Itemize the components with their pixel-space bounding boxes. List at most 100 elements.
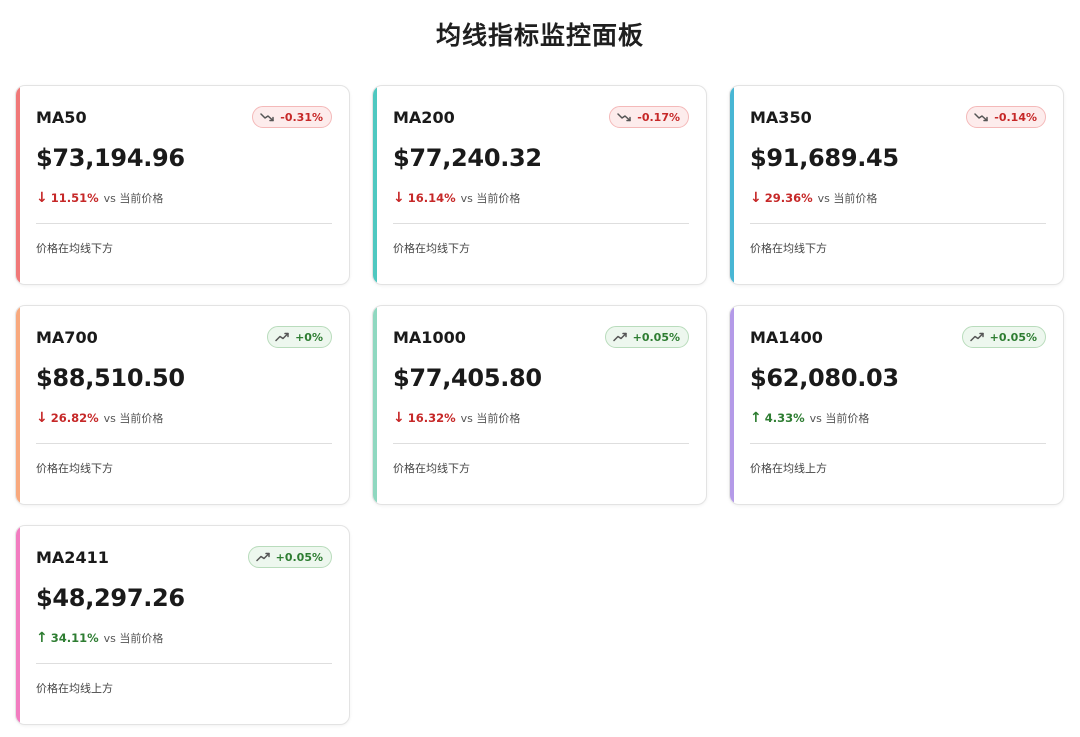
trending-down-icon xyxy=(617,113,632,122)
ma-name: MA350 xyxy=(750,107,812,127)
card-accent-bar xyxy=(16,306,20,504)
diff-arrow-icon: ↑ xyxy=(36,630,48,646)
ma-price: $77,240.32 xyxy=(393,144,542,172)
trending-up-icon xyxy=(969,332,984,342)
ma-card[interactable]: MA1400 +0.05% $62,080.03 ↑ 4.33% vs 当前价格… xyxy=(729,305,1064,505)
card-accent-bar xyxy=(16,86,20,284)
change-badge: +0.05% xyxy=(247,546,332,568)
price-diff-row: ↑ 34.11% vs 当前价格 xyxy=(36,630,163,646)
status-text: 价格在均线下方 xyxy=(36,242,113,255)
card-header: MA1000 +0.05% xyxy=(393,325,689,349)
ma-name: MA200 xyxy=(393,107,455,127)
diff-arrow-icon: ↓ xyxy=(36,410,48,426)
card-accent-bar xyxy=(373,86,377,284)
ma-card[interactable]: MA350 -0.14% $91,689.45 ↓ 29.36% vs 当前价格… xyxy=(729,85,1064,285)
status-text: 价格在均线下方 xyxy=(393,242,470,255)
vs-label: vs 当前价格 xyxy=(460,192,521,205)
change-badge: +0.05% xyxy=(961,326,1046,348)
ma-card-grid: MA50 -0.31% $73,194.96 ↓ 11.51% vs 当前价格 … xyxy=(15,85,1065,725)
divider xyxy=(36,443,332,444)
diff-percent: 4.33% xyxy=(764,411,805,425)
divider xyxy=(393,223,689,224)
diff-percent: 11.51% xyxy=(50,191,99,205)
card-header: MA1400 +0.05% xyxy=(750,325,1046,349)
change-value: -0.14% xyxy=(994,110,1037,124)
ma-price: $62,080.03 xyxy=(750,364,899,392)
status-text: 价格在均线上方 xyxy=(36,682,113,695)
price-diff-row: ↓ 16.14% vs 当前价格 xyxy=(393,190,520,206)
ma-card[interactable]: MA50 -0.31% $73,194.96 ↓ 11.51% vs 当前价格 … xyxy=(15,85,350,285)
change-badge: +0.05% xyxy=(604,326,689,348)
card-header: MA200 -0.17% xyxy=(393,105,689,129)
vs-label: vs 当前价格 xyxy=(817,192,878,205)
ma-name: MA700 xyxy=(36,327,98,347)
divider xyxy=(36,223,332,224)
change-value: +0% xyxy=(295,330,323,344)
card-header: MA50 -0.31% xyxy=(36,105,332,129)
change-badge: -0.31% xyxy=(252,106,332,128)
ma-price: $48,297.26 xyxy=(36,584,185,612)
ma-price: $91,689.45 xyxy=(750,144,899,172)
diff-percent: 29.36% xyxy=(764,191,813,205)
trending-down-icon xyxy=(974,113,989,122)
change-badge: -0.14% xyxy=(966,106,1046,128)
ma-name: MA1400 xyxy=(750,327,823,347)
ma-price: $77,405.80 xyxy=(393,364,542,392)
diff-percent: 34.11% xyxy=(50,631,99,645)
change-badge: -0.17% xyxy=(609,106,689,128)
card-accent-bar xyxy=(373,306,377,504)
card-accent-bar xyxy=(730,86,734,284)
trending-up-icon xyxy=(612,332,627,342)
divider xyxy=(393,443,689,444)
change-value: -0.17% xyxy=(637,110,680,124)
diff-arrow-icon: ↓ xyxy=(750,190,762,206)
card-header: MA350 -0.14% xyxy=(750,105,1046,129)
card-accent-bar xyxy=(16,526,20,724)
diff-arrow-icon: ↓ xyxy=(36,190,48,206)
ma-price: $73,194.96 xyxy=(36,144,185,172)
status-text: 价格在均线上方 xyxy=(750,462,827,475)
ma-card[interactable]: MA2411 +0.05% $48,297.26 ↑ 34.11% vs 当前价… xyxy=(15,525,350,725)
change-value: -0.31% xyxy=(280,110,323,124)
ma-card[interactable]: MA200 -0.17% $77,240.32 ↓ 16.14% vs 当前价格… xyxy=(372,85,707,285)
page-title: 均线指标监控面板 xyxy=(435,21,644,50)
card-header: MA700 +0% xyxy=(36,325,332,349)
vs-label: vs 当前价格 xyxy=(460,412,521,425)
diff-percent: 16.32% xyxy=(407,411,456,425)
divider xyxy=(750,223,1046,224)
ma-name: MA2411 xyxy=(36,547,109,567)
vs-label: vs 当前价格 xyxy=(103,632,164,645)
diff-arrow-icon: ↓ xyxy=(393,410,405,426)
change-value: +0.05% xyxy=(632,330,680,344)
diff-percent: 16.14% xyxy=(407,191,456,205)
diff-arrow-icon: ↓ xyxy=(393,190,405,206)
ma-name: MA50 xyxy=(36,107,87,127)
ma-name: MA1000 xyxy=(393,327,466,347)
divider xyxy=(36,663,332,664)
vs-label: vs 当前价格 xyxy=(103,192,164,205)
status-text: 价格在均线下方 xyxy=(393,462,470,475)
diff-arrow-icon: ↑ xyxy=(750,410,762,426)
trending-up-icon xyxy=(255,552,270,562)
trending-down-icon xyxy=(260,113,275,122)
price-diff-row: ↑ 4.33% vs 当前价格 xyxy=(750,410,869,426)
price-diff-row: ↓ 16.32% vs 当前价格 xyxy=(393,410,520,426)
vs-label: vs 当前价格 xyxy=(103,412,164,425)
vs-label: vs 当前价格 xyxy=(809,412,870,425)
status-text: 价格在均线下方 xyxy=(36,462,113,475)
change-value: +0.05% xyxy=(275,550,323,564)
ma-card[interactable]: MA1000 +0.05% $77,405.80 ↓ 16.32% vs 当前价… xyxy=(372,305,707,505)
price-diff-row: ↓ 11.51% vs 当前价格 xyxy=(36,190,163,206)
price-diff-row: ↓ 26.82% vs 当前价格 xyxy=(36,410,163,426)
status-text: 价格在均线下方 xyxy=(750,242,827,255)
price-diff-row: ↓ 29.36% vs 当前价格 xyxy=(750,190,877,206)
divider xyxy=(750,443,1046,444)
change-value: +0.05% xyxy=(989,330,1037,344)
diff-percent: 26.82% xyxy=(50,411,99,425)
ma-card[interactable]: MA700 +0% $88,510.50 ↓ 26.82% vs 当前价格 价格… xyxy=(15,305,350,505)
card-header: MA2411 +0.05% xyxy=(36,545,332,569)
change-badge: +0% xyxy=(267,326,332,348)
trending-up-icon xyxy=(275,332,289,342)
ma-price: $88,510.50 xyxy=(36,364,185,392)
card-accent-bar xyxy=(730,306,734,504)
